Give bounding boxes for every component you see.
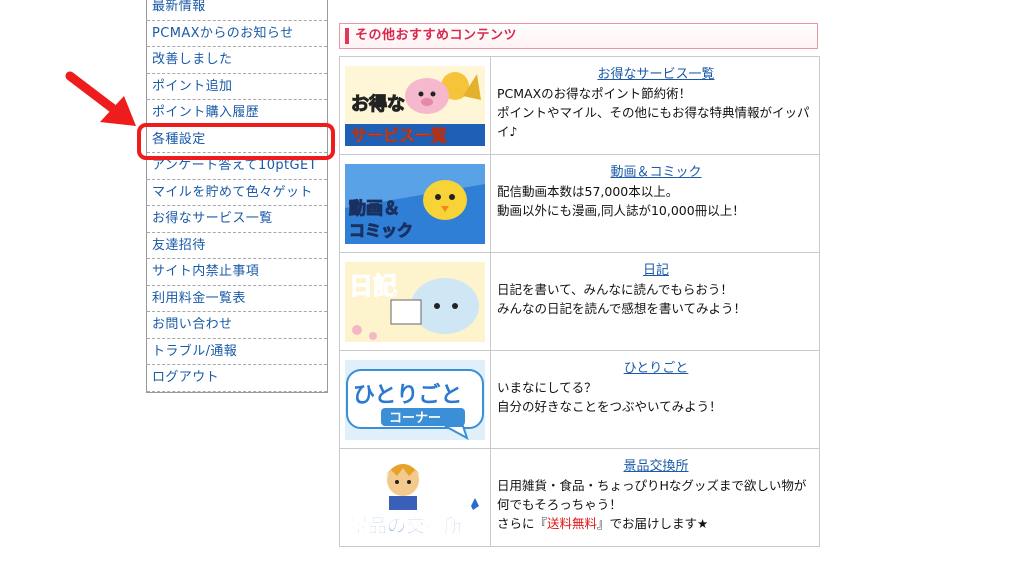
svg-text:動画＆: 動画＆ <box>349 198 400 219</box>
header-accent-bar <box>345 28 349 44</box>
sidebar-menu: 最新情報 PCMAXからのお知らせ 改善しました ポイント追加 ポイント購入履歴… <box>146 0 328 393</box>
svg-text:ひとりごと: ひとりごと <box>353 382 462 408</box>
svg-text:コーナー: コーナー <box>389 411 441 426</box>
diary-link[interactable]: 日記 <box>497 261 815 280</box>
shipping-prefix: さらに『 <box>497 516 548 531</box>
monologue-description: ひとりごと いまなにしてる？ 自分の好きなことをつぶやいてみよう！ <box>491 351 819 448</box>
sidebar-item-news[interactable]: 最新情報 <box>147 0 327 21</box>
recommended-contents: お得な サービス一覧 お得なサービス一覧 PCMAXのお得なポイント節約術！ ポ… <box>339 56 820 547</box>
diary-line-1: 日記を書いて、みんなに読んでもらおう！ <box>497 282 733 297</box>
prize-exchange-line-2: さらに『送料無料』でお届けします★ <box>497 514 815 533</box>
monologue-thumbnail[interactable]: ひとりごと コーナー <box>340 351 491 448</box>
diary-line-2: みんなの日記を読んで感想を書いてみよう！ <box>497 301 747 316</box>
red-arrow-icon <box>65 71 136 126</box>
content-row: ひとりごと コーナー ひとりごと いまなにしてる？ 自分の好きなことをつぶやいて… <box>340 351 819 449</box>
section-header: その他おすすめコンテンツ <box>339 23 818 49</box>
prize-exchange-description: 景品交換所 日用雑貨・食品・ちょっぴりHなグッズまで欲しい物が何でもそろっちゃう… <box>491 449 819 546</box>
monologue-line-1: いまなにしてる？ <box>497 380 597 395</box>
sidebar-item-improvements[interactable]: 改善しました <box>147 47 327 74</box>
sidebar-item-miles[interactable]: マイルを貯めて色々ゲット <box>147 180 327 206</box>
content-row: お得な サービス一覧 お得なサービス一覧 PCMAXのお得なポイント節約術！ ポ… <box>340 57 819 155</box>
svg-text:景品の交換所: 景品の交換所 <box>349 514 463 537</box>
services-thumbnail[interactable]: お得な サービス一覧 <box>340 57 491 154</box>
video-comic-link[interactable]: 動画＆コミック <box>497 163 815 182</box>
svg-text:コミック: コミック <box>349 221 413 240</box>
content-row: 動画＆ コミック 動画＆コミック 配信動画本数は57,000本以上。 動画以外に… <box>340 155 819 253</box>
svg-text:日記: 日記 <box>349 272 397 300</box>
sidebar-item-prohibited[interactable]: サイト内禁止事項 <box>147 259 327 286</box>
services-description: お得なサービス一覧 PCMAXのお得なポイント節約術！ ポイントやマイル、その他… <box>491 57 819 154</box>
video-comic-line-1: 配信動画本数は57,000本以上。 <box>497 184 679 199</box>
monologue-line-2: 自分の好きなことをつぶやいてみよう！ <box>497 399 722 414</box>
sidebar-item-fees[interactable]: 利用料金一覧表 <box>147 286 327 312</box>
sidebar-item-pcmax-notice[interactable]: PCMAXからのお知らせ <box>147 21 327 47</box>
services-line-2: ポイントやマイル、その他にもお得な特典情報がイッパイ♪ <box>497 105 810 139</box>
svg-text:お得な: お得な <box>351 93 405 115</box>
highlight-box <box>137 123 335 160</box>
sidebar-item-services[interactable]: お得なサービス一覧 <box>147 206 327 233</box>
video-comic-description: 動画＆コミック 配信動画本数は57,000本以上。 動画以外にも漫画,同人誌が1… <box>491 155 819 252</box>
sidebar-item-invite[interactable]: 友達招待 <box>147 233 327 259</box>
diary-description: 日記 日記を書いて、みんなに読んでもらおう！ みんなの日記を読んで感想を書いてみ… <box>491 253 819 350</box>
prize-exchange-link[interactable]: 景品交換所 <box>497 457 815 476</box>
prize-exchange-line-1: 日用雑貨・食品・ちょっぴりHなグッズまで欲しい物が何でもそろっちゃう！ <box>497 478 807 512</box>
sidebar-item-contact[interactable]: お問い合わせ <box>147 312 327 339</box>
video-comic-thumbnail[interactable]: 動画＆ コミック <box>340 155 491 252</box>
services-link[interactable]: お得なサービス一覧 <box>497 65 815 84</box>
diary-thumbnail[interactable]: 日記 <box>340 253 491 350</box>
svg-text:サービス一覧: サービス一覧 <box>351 126 447 145</box>
section-title: その他おすすめコンテンツ <box>355 28 518 43</box>
free-shipping-text: 送料無料 <box>547 516 598 531</box>
content-row: 日記 日記 日記を書いて、みんなに読んでもらおう！ みんなの日記を読んで感想を書… <box>340 253 819 351</box>
shipping-suffix: 』でお届けします★ <box>597 516 709 531</box>
sidebar-item-report[interactable]: トラブル/通報 <box>147 339 327 365</box>
sidebar-item-logout[interactable]: ログアウト <box>147 365 327 392</box>
sidebar-item-add-points[interactable]: ポイント追加 <box>147 74 327 100</box>
monologue-link[interactable]: ひとりごと <box>497 359 815 378</box>
services-line-1: PCMAXのお得なポイント節約術！ <box>497 86 692 101</box>
prize-exchange-thumbnail[interactable]: 景品の交換所 <box>340 449 491 546</box>
content-row: 景品の交換所 景品交換所 日用雑貨・食品・ちょっぴりHなグッズまで欲しい物が何で… <box>340 449 819 546</box>
video-comic-line-2: 動画以外にも漫画,同人誌が10,000冊以上！ <box>497 203 745 218</box>
